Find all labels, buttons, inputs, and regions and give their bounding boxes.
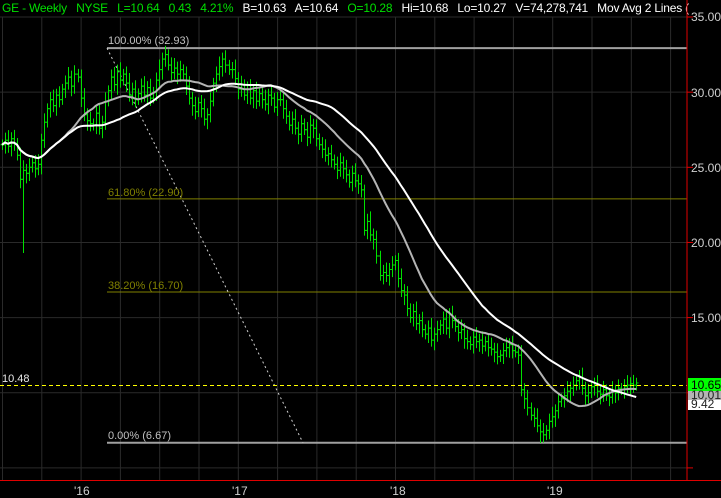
moving-averages bbox=[1, 79, 637, 408]
fibonacci-retracement bbox=[106, 47, 687, 444]
ma-20-line bbox=[1, 79, 637, 408]
x-tick-label: '18 bbox=[390, 484, 406, 498]
y-tick-label: 25.00 bbox=[691, 161, 721, 175]
fib-label-618: 61.80% (22.90) bbox=[108, 187, 183, 199]
price-axis[interactable]: 35.00 30.00 25.00 20.00 15.00 10.65 10.0… bbox=[688, 10, 721, 411]
ma-slow-tag: 9.42 bbox=[691, 397, 715, 411]
y-tick-label: 35.00 bbox=[691, 10, 721, 24]
x-tick-label: '16 bbox=[74, 484, 90, 498]
x-tick-label: '19 bbox=[547, 484, 563, 498]
time-axis[interactable]: '16 '17 '18 '19 bbox=[74, 484, 563, 498]
fib-label-382: 38.20% (16.70) bbox=[108, 280, 183, 292]
y-tick-label: 20.00 bbox=[691, 236, 721, 250]
y-tick-label: 30.00 bbox=[691, 86, 721, 100]
fib-label-0: 0.00% (6.67) bbox=[108, 430, 171, 442]
fib-label-100: 100.00% (32.93) bbox=[108, 35, 189, 47]
current-line-label: 10.48 bbox=[2, 373, 30, 385]
ma-40-line bbox=[1, 82, 637, 398]
price-chart[interactable]: 35.00 30.00 25.00 20.00 15.00 10.65 10.0… bbox=[0, 0, 721, 498]
grid bbox=[0, 16, 693, 480]
x-tick-label: '17 bbox=[232, 484, 248, 498]
y-tick-label: 15.00 bbox=[691, 311, 721, 325]
